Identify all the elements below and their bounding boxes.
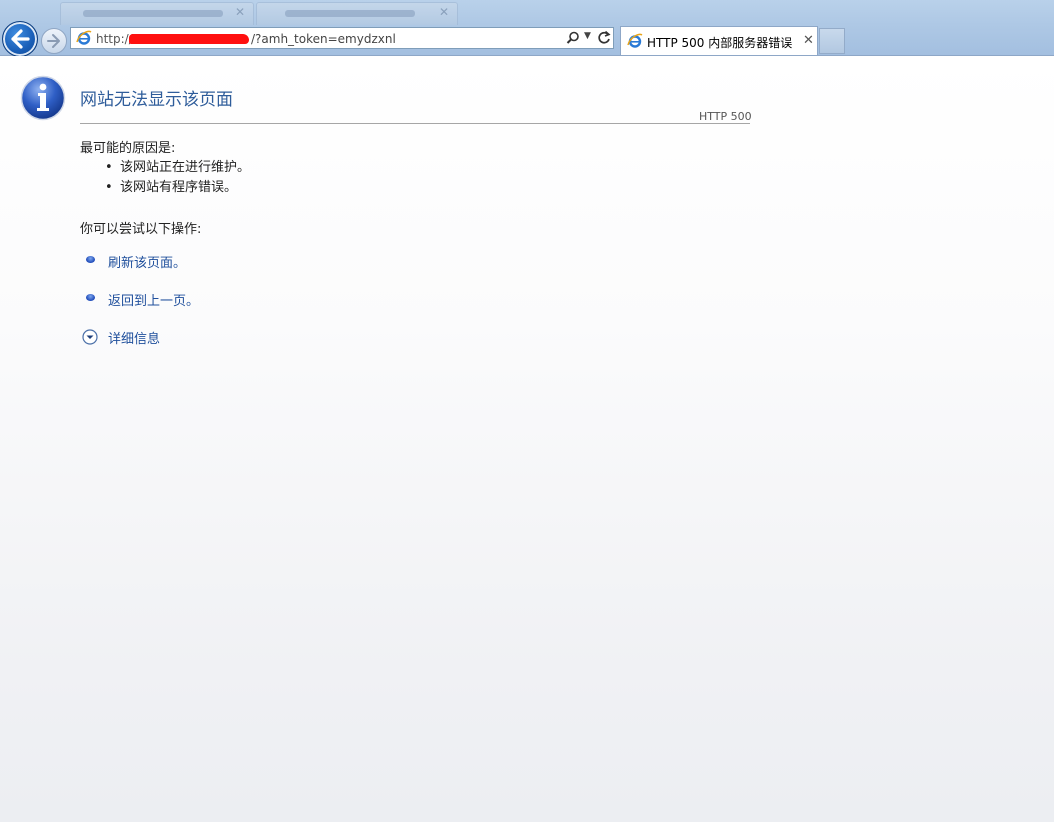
tab-close-icon[interactable]: ✕ [803,33,814,48]
background-tab-2[interactable]: ✕ [256,2,458,25]
blurred-tab-label [83,10,223,17]
background-tab-1[interactable]: ✕ [60,2,254,25]
more-information-link[interactable]: 详细信息 [108,328,160,347]
bullet-icon: • [105,160,113,175]
back-button[interactable] [2,21,38,57]
url-redaction-mark [129,34,249,44]
info-icon [20,75,66,121]
title-divider [80,123,750,124]
causes-heading: 最可能的原因是: [80,141,176,156]
refresh-page-link[interactable]: 刷新该页面。 [108,252,186,271]
dropdown-arrow-icon[interactable]: ▼ [584,31,591,41]
refresh-icon[interactable] [597,30,611,45]
error-code: HTTP 500 [699,110,752,123]
blurred-tab-label [285,10,415,17]
cause-list-item: • 该网站有程序错误。 [105,176,237,195]
url-prefix: http:// [96,32,133,46]
cause-list-item: • 该网站正在进行维护。 [105,156,250,175]
forward-arrow-icon [47,34,60,48]
ie-logo-icon [627,33,643,48]
forward-button[interactable] [41,28,67,54]
search-icon[interactable] [566,31,580,45]
cause-text: 该网站有程序错误。 [120,180,238,195]
go-back-link[interactable]: 返回到上一页。 [108,290,199,309]
bullet-icon [86,256,95,263]
cause-text: 该网站正在进行维护。 [120,160,251,175]
tab-close-icon[interactable]: ✕ [439,5,449,19]
try-heading: 你可以尝试以下操作: [80,222,202,237]
tab-close-icon[interactable]: ✕ [235,5,245,19]
active-tab[interactable]: HTTP 500 内部服务器错误 ✕ [620,26,818,55]
url-query: /?amh_token=emydzxnl [251,32,396,46]
chevron-down-icon[interactable] [82,329,98,345]
page-title: 网站无法显示该页面 [80,90,233,110]
address-bar[interactable]: http:// /?amh_token=emydzxnl ▼ [70,27,614,49]
bullet-icon [86,294,95,301]
ie-logo-icon [76,30,92,45]
bullet-icon: • [105,180,113,195]
new-tab-button[interactable] [819,28,845,54]
tab-title: HTTP 500 内部服务器错误 [647,36,793,50]
back-arrow-icon [11,29,30,49]
error-page: 网站无法显示该页面 HTTP 500 最可能的原因是: • 该网站正在进行维护。 … [0,56,1054,822]
browser-toolbar: ✕ ✕ http:// /?amh_token=emydzxnl ▼ HTTP … [0,0,1054,57]
